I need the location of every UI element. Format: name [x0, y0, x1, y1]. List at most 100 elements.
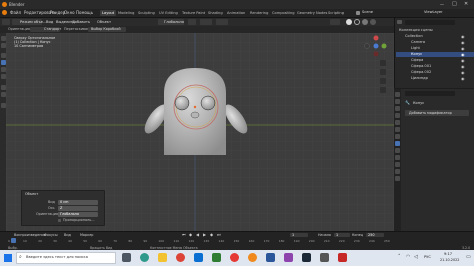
snap-button[interactable] — [200, 19, 212, 25]
visibility-eye-icon[interactable]: ◉ — [461, 46, 465, 51]
network-icon[interactable]: ◠ — [406, 254, 410, 260]
timeline-playback-menu[interactable]: Воспроизведение — [14, 233, 46, 237]
tab-rendering[interactable]: Rendering — [248, 10, 270, 16]
blender-taskbar-icon[interactable] — [248, 253, 257, 262]
overlays-button[interactable] — [330, 19, 340, 25]
tab-object-icon[interactable] — [394, 134, 400, 139]
object-name-field[interactable]: Конус — [413, 101, 424, 105]
mail-app-icon[interactable] — [194, 253, 203, 262]
tab-geometry-nodes[interactable]: Geometry Nodes — [295, 10, 329, 16]
outliner-row-sphere[interactable]: Сфера — [411, 58, 423, 62]
shading-material-icon[interactable] — [362, 19, 368, 25]
proportional-checkbox[interactable] — [58, 219, 61, 222]
language-indicator[interactable]: РУС — [424, 255, 431, 259]
scene-collection-row[interactable]: Коллекция сцены — [399, 28, 433, 32]
tab-output-icon[interactable] — [394, 106, 400, 111]
steam-app-icon[interactable] — [302, 253, 311, 262]
tab-sculpting[interactable]: Sculpting — [136, 10, 157, 16]
tab-scene-icon[interactable] — [394, 120, 400, 125]
shading-wire-icon[interactable] — [354, 19, 360, 25]
timeline-marker-menu[interactable]: Маркер — [80, 233, 93, 237]
store-app-icon[interactable] — [212, 253, 221, 262]
clock-date[interactable]: 21.10.2022 — [440, 258, 459, 262]
playhead[interactable] — [11, 238, 16, 243]
scale-tool-icon[interactable] — [0, 67, 6, 72]
measure-tool-icon[interactable] — [0, 92, 6, 97]
menu-add[interactable]: Добавить — [72, 20, 90, 24]
menu-window[interactable]: Окно — [64, 10, 75, 15]
pinned-app-icon[interactable] — [338, 253, 347, 262]
tab-material-icon[interactable] — [394, 176, 400, 181]
settings-app-icon[interactable] — [320, 253, 329, 262]
tab-scripting[interactable]: Scripting — [326, 10, 346, 16]
properties-search-input[interactable] — [405, 91, 455, 96]
tab-compositing[interactable]: Compositing — [270, 10, 297, 16]
tab-render-icon[interactable] — [394, 99, 400, 104]
outliner-row-cone[interactable]: Конус — [411, 52, 422, 56]
outliner-row-light[interactable]: Light — [411, 46, 420, 50]
visibility-eye-icon[interactable]: ◉ — [461, 34, 465, 39]
tab-view-layer-icon[interactable] — [394, 113, 400, 118]
minimize-button[interactable]: — — [440, 2, 444, 7]
tray-chevron-icon[interactable]: ˄ — [398, 254, 401, 260]
tab-particles-icon[interactable] — [394, 148, 400, 153]
view-layer-selector[interactable]: ViewLayer — [424, 10, 443, 14]
maximize-button[interactable]: □ — [452, 1, 457, 7]
menu-help[interactable]: Помощь — [76, 10, 93, 15]
tab-data-icon[interactable] — [394, 169, 400, 174]
edge-browser-icon[interactable] — [140, 253, 149, 262]
outliner-filter-icon[interactable] — [397, 20, 402, 24]
blender-menu-icon[interactable] — [2, 10, 7, 15]
volume-icon[interactable]: ◁ — [414, 254, 418, 260]
axis-dropdown[interactable]: Z — [58, 205, 98, 211]
tab-constraints-icon[interactable] — [394, 162, 400, 167]
proportional-edit-button[interactable] — [216, 19, 228, 25]
outliner-row-sphere-002[interactable]: Сфера.002 — [411, 70, 431, 74]
play-reverse-button[interactable]: ◀ — [196, 232, 199, 237]
end-frame-input[interactable]: 250 — [366, 232, 384, 237]
start-frame-input[interactable]: 1 — [334, 232, 350, 237]
file-explorer-icon[interactable] — [158, 253, 167, 262]
task-view-icon[interactable] — [122, 253, 131, 262]
rotate-tool-icon[interactable] — [0, 60, 6, 65]
editor-type-button[interactable] — [2, 19, 10, 25]
scene-selector[interactable]: Scene — [362, 10, 373, 14]
yandex-browser-icon[interactable] — [230, 253, 239, 262]
shading-solid-icon[interactable] — [346, 19, 352, 25]
tab-animation[interactable]: Animation — [225, 10, 247, 16]
transform-tool-icon[interactable] — [0, 74, 6, 79]
visibility-eye-icon[interactable]: ◉ — [461, 58, 465, 63]
menu-file[interactable]: Файл — [10, 10, 21, 15]
pivot-button[interactable] — [188, 19, 196, 25]
timeline-ruler[interactable]: 0 10 20 30 40 50 60 70 80 90 100 110 120 130 140 150 160… — [8, 239, 390, 245]
tab-layout[interactable]: Layout — [100, 10, 117, 16]
visibility-eye-icon[interactable]: ◉ — [461, 64, 465, 69]
timeline-view-menu[interactable]: Вид — [64, 233, 71, 237]
tab-modeling[interactable]: Modeling — [116, 10, 136, 16]
word-app-icon[interactable] — [266, 253, 275, 262]
windows-start-icon[interactable] — [4, 254, 12, 262]
tab-tool-icon[interactable] — [394, 92, 400, 97]
outliner-row-cylinder[interactable]: Цилиндр — [411, 76, 428, 80]
menu-view[interactable]: Вид — [46, 20, 53, 24]
select-box-tool-icon[interactable] — [0, 36, 6, 41]
prev-key-button[interactable]: ◆ — [189, 232, 192, 237]
visibility-eye-icon[interactable]: ◉ — [461, 76, 465, 81]
play-button[interactable]: ▶ — [203, 232, 206, 237]
tab-modifier-icon[interactable] — [394, 141, 400, 146]
photo-app-icon[interactable] — [284, 253, 293, 262]
outliner-row-collection[interactable]: Collection — [405, 34, 423, 38]
orientation-dropdown-op[interactable]: Глобально — [58, 211, 98, 217]
chrome-icon[interactable] — [176, 253, 185, 262]
move-tool-icon[interactable] — [0, 53, 6, 58]
notifications-icon[interactable]: ▭ — [466, 254, 471, 260]
visibility-eye-icon[interactable]: ◉ — [461, 40, 465, 45]
jump-end-button[interactable]: ⏭ — [217, 232, 221, 237]
close-button[interactable]: ✕ — [464, 1, 468, 7]
tab-shading[interactable]: Shading — [206, 10, 225, 16]
tab-texture-paint[interactable]: Texture Paint — [180, 10, 207, 16]
tab-physics-icon[interactable] — [394, 155, 400, 160]
last-operator-panel[interactable]: Объект Вид 0 cm Ось Z Ориентация Глобаль… — [21, 190, 105, 226]
outliner-row-camera[interactable]: Camera — [411, 40, 425, 44]
annotate-tool-icon[interactable] — [0, 85, 6, 90]
